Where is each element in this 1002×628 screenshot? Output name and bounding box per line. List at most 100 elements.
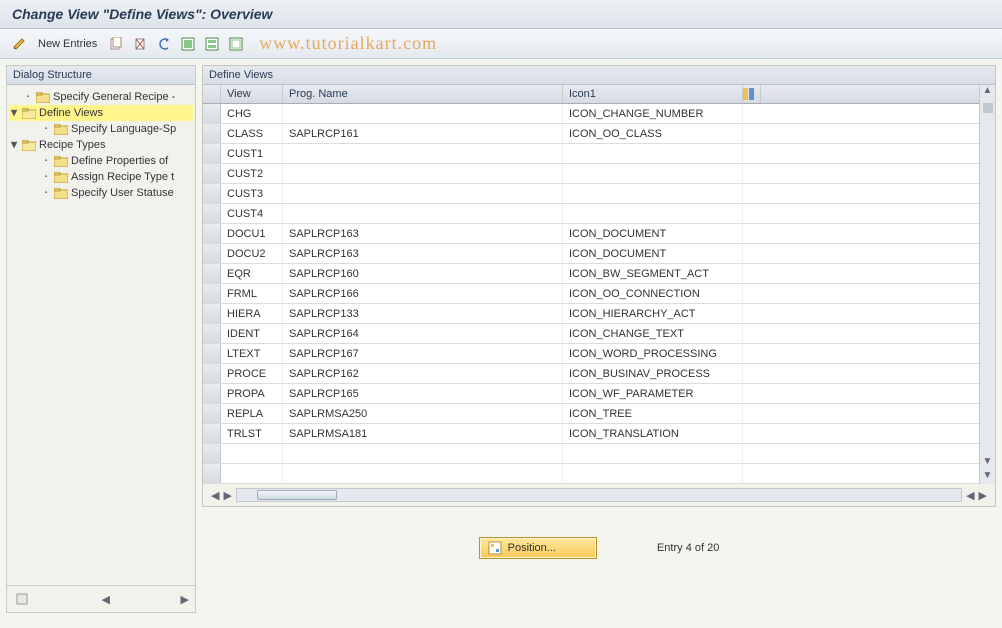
row-selector[interactable] xyxy=(203,404,221,423)
vertical-scrollbar[interactable]: ▲ ▼ ▼ xyxy=(979,85,995,484)
cell-prog[interactable]: SAPLRCP160 xyxy=(283,264,563,283)
row-selector[interactable] xyxy=(203,424,221,443)
cell-prog[interactable] xyxy=(283,144,563,163)
cell-icon[interactable]: ICON_TREE xyxy=(563,404,743,423)
horizontal-scrollbar[interactable] xyxy=(236,488,962,502)
cell-icon[interactable]: ICON_OO_CONNECTION xyxy=(563,284,743,303)
tree-item[interactable]: ▼Define Views xyxy=(9,105,193,121)
table-row[interactable]: HIERASAPLRCP133ICON_HIERARCHY_ACT xyxy=(203,304,995,324)
undo-icon[interactable] xyxy=(155,35,173,53)
copy-icon[interactable] xyxy=(107,35,125,53)
hscroll-right-icon[interactable]: ◀ xyxy=(966,489,974,502)
table-row[interactable]: PROPASAPLRCP165ICON_WF_PARAMETER xyxy=(203,384,995,404)
tree-item[interactable]: ·Assign Recipe Type t xyxy=(9,169,193,185)
cell-icon[interactable]: ICON_BW_SEGMENT_ACT xyxy=(563,264,743,283)
row-selector[interactable] xyxy=(203,264,221,283)
position-button[interactable]: Position... xyxy=(479,537,597,559)
cell-prog[interactable]: SAPLRMSA181 xyxy=(283,424,563,443)
table-row[interactable] xyxy=(203,444,995,464)
grid-config-icon[interactable] xyxy=(743,85,761,103)
cell-view[interactable]: DOCU2 xyxy=(221,244,283,263)
row-selector[interactable] xyxy=(203,464,221,483)
cell-prog[interactable]: SAPLRCP167 xyxy=(283,344,563,363)
cell-view[interactable]: IDENT xyxy=(221,324,283,343)
new-entries-button[interactable]: New Entries xyxy=(34,38,101,50)
tree-expander-icon[interactable]: · xyxy=(41,186,51,200)
cell-icon[interactable]: ICON_DOCUMENT xyxy=(563,244,743,263)
cell-prog[interactable] xyxy=(283,164,563,183)
tree-expander-icon[interactable]: · xyxy=(41,154,51,168)
select-all-icon[interactable] xyxy=(179,35,197,53)
cell-view[interactable]: CUST3 xyxy=(221,184,283,203)
table-row[interactable]: TRLSTSAPLRMSA181ICON_TRANSLATION xyxy=(203,424,995,444)
cell-icon[interactable]: ICON_WF_PARAMETER xyxy=(563,384,743,403)
cell-view[interactable]: PROPA xyxy=(221,384,283,403)
row-selector[interactable] xyxy=(203,244,221,263)
tree-expander-icon[interactable]: · xyxy=(23,90,33,104)
cell-view[interactable]: CUST4 xyxy=(221,204,283,223)
row-selector[interactable] xyxy=(203,144,221,163)
table-row[interactable]: EQRSAPLRCP160ICON_BW_SEGMENT_ACT xyxy=(203,264,995,284)
row-selector[interactable] xyxy=(203,124,221,143)
cell-icon[interactable]: ICON_CHANGE_TEXT xyxy=(563,324,743,343)
cell-prog[interactable]: SAPLRCP161 xyxy=(283,124,563,143)
tree-expander-icon[interactable]: · xyxy=(41,170,51,184)
row-selector[interactable] xyxy=(203,204,221,223)
cell-prog[interactable]: SAPLRCP163 xyxy=(283,224,563,243)
tree-item[interactable]: ·Specify General Recipe - xyxy=(9,89,193,105)
table-row[interactable]: PROCESAPLRCP162ICON_BUSINAV_PROCESS xyxy=(203,364,995,384)
table-row[interactable]: IDENTSAPLRCP164ICON_CHANGE_TEXT xyxy=(203,324,995,344)
cell-icon[interactable]: ICON_BUSINAV_PROCESS xyxy=(563,364,743,383)
row-selector[interactable] xyxy=(203,344,221,363)
cell-view[interactable]: PROCE xyxy=(221,364,283,383)
deselect-all-icon[interactable] xyxy=(227,35,245,53)
row-selector[interactable] xyxy=(203,384,221,403)
cell-icon[interactable]: ICON_TRANSLATION xyxy=(563,424,743,443)
table-row[interactable]: LTEXTSAPLRCP167ICON_WORD_PROCESSING xyxy=(203,344,995,364)
cell-view[interactable]: LTEXT xyxy=(221,344,283,363)
cell-icon[interactable] xyxy=(563,444,743,463)
cell-view[interactable] xyxy=(221,444,283,463)
cell-prog[interactable]: SAPLRCP163 xyxy=(283,244,563,263)
cell-prog[interactable]: SAPLRCP165 xyxy=(283,384,563,403)
table-row[interactable]: CUST2 xyxy=(203,164,995,184)
cell-prog[interactable]: SAPLRCP166 xyxy=(283,284,563,303)
column-header-view[interactable]: View xyxy=(221,85,283,103)
cell-prog[interactable] xyxy=(283,444,563,463)
cell-icon[interactable] xyxy=(563,164,743,183)
tree-item[interactable]: ·Specify User Statuse xyxy=(9,185,193,201)
cell-icon[interactable]: ICON_HIERARCHY_ACT xyxy=(563,304,743,323)
row-selector[interactable] xyxy=(203,164,221,183)
cell-view[interactable]: HIERA xyxy=(221,304,283,323)
sidebar-scroll-right-icon[interactable]: ▶ xyxy=(181,593,189,606)
tree-expander-icon[interactable]: · xyxy=(41,122,51,136)
row-selector[interactable] xyxy=(203,324,221,343)
table-row[interactable]: CHG ICON_CHANGE_NUMBER xyxy=(203,104,995,124)
cell-icon[interactable] xyxy=(563,204,743,223)
table-row[interactable]: DOCU2SAPLRCP163ICON_DOCUMENT xyxy=(203,244,995,264)
cell-icon[interactable] xyxy=(563,184,743,203)
cell-prog[interactable] xyxy=(283,104,563,123)
cell-icon[interactable]: ICON_WORD_PROCESSING xyxy=(563,344,743,363)
table-row[interactable]: FRMLSAPLRCP166ICON_OO_CONNECTION xyxy=(203,284,995,304)
cell-prog[interactable] xyxy=(283,204,563,223)
cell-view[interactable]: CHG xyxy=(221,104,283,123)
cell-prog[interactable]: SAPLRCP133 xyxy=(283,304,563,323)
row-selector[interactable] xyxy=(203,364,221,383)
table-row[interactable]: DOCU1SAPLRCP163ICON_DOCUMENT xyxy=(203,224,995,244)
tree-expander-icon[interactable]: ▼ xyxy=(9,106,19,120)
row-selector[interactable] xyxy=(203,304,221,323)
cell-view[interactable]: CLASS xyxy=(221,124,283,143)
cell-view[interactable] xyxy=(221,464,283,483)
cell-view[interactable]: EQR xyxy=(221,264,283,283)
table-row[interactable]: CUST3 xyxy=(203,184,995,204)
tree-item[interactable]: ·Define Properties of xyxy=(9,153,193,169)
cell-icon[interactable]: ICON_CHANGE_NUMBER xyxy=(563,104,743,123)
tree-item[interactable]: ·Specify Language-Sp xyxy=(9,121,193,137)
cell-view[interactable]: TRLST xyxy=(221,424,283,443)
cell-view[interactable]: DOCU1 xyxy=(221,224,283,243)
scroll-up-icon[interactable]: ▲ xyxy=(983,85,993,99)
sidebar-scroll-left-icon[interactable]: ◀ xyxy=(102,593,110,606)
table-row[interactable]: CLASSSAPLRCP161ICON_OO_CLASS xyxy=(203,124,995,144)
cell-icon[interactable] xyxy=(563,464,743,483)
